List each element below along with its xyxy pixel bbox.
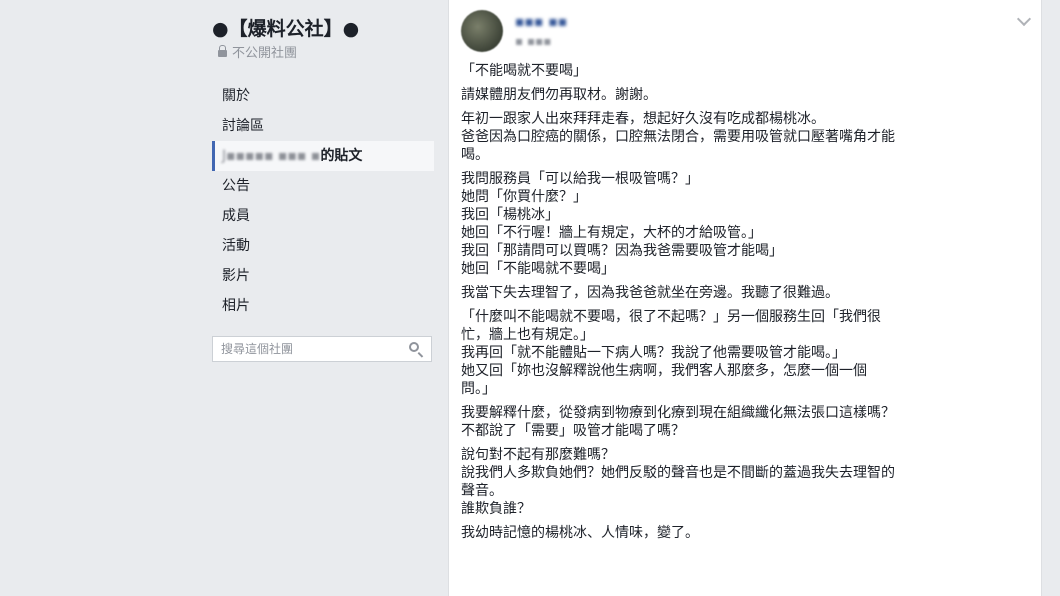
- post-paragraph: 年初一跟家人出來拜拜走春，想起好久沒有吃成都楊桃冰。爸爸因為口腔癌的關係，口腔無…: [461, 110, 1021, 164]
- post-line: 喝。: [461, 147, 489, 163]
- post-line: 她回「不行喔！牆上有規定，大杯的才給吸管。」: [461, 225, 762, 241]
- post-line: 請媒體朋友們勿再取材。謝謝。: [461, 87, 657, 103]
- nav-item-members[interactable]: 成員: [212, 201, 434, 231]
- post-line: 我要解釋什麼，從發病到物療到化療到現在組織纖化無法張口這樣嗎？: [461, 405, 895, 421]
- post-line: 忙，牆上也有規定。」: [461, 327, 594, 343]
- post-paragraph: 「什麼叫不能喝就不要喝，很了不起嗎？」另一個服務生回「我們很 忙，牆上也有規定。」…: [461, 308, 1021, 398]
- post-line: 問。」: [461, 381, 496, 397]
- post-line: 「不能喝就不要喝」: [461, 63, 587, 79]
- post-line: 我當下失去理智了，因為我爸爸就坐在旁邊。我聽了很難過。: [461, 285, 839, 301]
- post-line: 說我們人多欺負她們？她們反駁的聲音也是不間斷的蓋過我失去理智的: [461, 465, 895, 481]
- post-body: 「不能喝就不要喝」請媒體朋友們勿再取材。謝謝。年初一跟家人出來拜拜走春，想起好久…: [461, 62, 1021, 548]
- post-line: 不都說了「需要」吸管才能喝了嗎？: [461, 423, 685, 439]
- nav-item-member-posts-label: 的貼文: [320, 148, 363, 164]
- post-paragraph: 「不能喝就不要喝」: [461, 62, 1021, 80]
- group-title[interactable]: ●【爆料公社】●: [212, 14, 434, 44]
- chevron-down-icon[interactable]: [1016, 11, 1032, 27]
- post-line: 我回「楊桃冰」: [461, 207, 559, 223]
- post-author[interactable]: ▪▪▪ ▪▪: [515, 14, 567, 30]
- post-line: 我問服務員「可以給我一根吸管嗎？」: [461, 171, 699, 187]
- search-icon[interactable]: [409, 342, 419, 352]
- post-line: 說句對不起有那麼難嗎？: [461, 447, 615, 463]
- search-input[interactable]: [213, 337, 401, 361]
- post-paragraph: 請媒體朋友們勿再取材。謝謝。: [461, 86, 1021, 104]
- post-card: ▪▪▪ ▪▪ ▪ ▪▪▪ 「不能喝就不要喝」請媒體朋友們勿再取材。謝謝。年初一跟…: [448, 0, 1042, 596]
- nav-item-discussion[interactable]: 討論區: [212, 111, 434, 141]
- post-meta[interactable]: ▪ ▪▪▪: [515, 34, 551, 48]
- nav-item-events[interactable]: 活動: [212, 231, 434, 261]
- group-search: [212, 336, 432, 362]
- nav-item-videos[interactable]: 影片: [212, 261, 434, 291]
- post-line: 爸爸因為口腔癌的關係，口腔無法閉合，需要用吸管就口壓著嘴角才能: [461, 129, 895, 145]
- post-line: 年初一跟家人出來拜拜走春，想起好久沒有吃成都楊桃冰。: [461, 111, 825, 127]
- post-line: 她又回「妳也沒解釋說他生病啊，我們客人那麼多，怎麼一個一個: [461, 363, 867, 379]
- privacy-label: 不公開社團: [232, 46, 298, 61]
- nav-item-photos[interactable]: 相片: [212, 291, 434, 321]
- post-paragraph: 我當下失去理智了，因為我爸爸就坐在旁邊。我聽了很難過。: [461, 284, 1021, 302]
- post-line: 誰欺負誰？: [461, 501, 531, 517]
- post-paragraph: 我要解釋什麼，從發病到物療到化療到現在組織纖化無法張口這樣嗎？ 不都說了「需要」吸…: [461, 404, 1021, 440]
- nav-item-about[interactable]: 關於: [212, 81, 434, 111]
- avatar[interactable]: [461, 10, 503, 52]
- lock-icon: [218, 45, 227, 58]
- group-nav: 關於 討論區 J▪▪▪▪▪ ▪▪▪ ▪的貼文 公告 成員 活動 影片 相片: [212, 81, 434, 321]
- post-line: 她回「不能喝就不要喝」: [461, 261, 615, 277]
- post-paragraph: 我幼時記憶的楊桃冰、人情味，變了。: [461, 524, 1021, 542]
- post-paragraph: 說句對不起有那麼難嗎？ 說我們人多欺負她們？她們反駁的聲音也是不間斷的蓋過我失去理…: [461, 446, 1021, 518]
- group-sidebar: ●【爆料公社】● 不公開社團 關於 討論區 J▪▪▪▪▪ ▪▪▪ ▪的貼文 公告…: [212, 14, 434, 362]
- post-paragraph: 我問服務員「可以給我一根吸管嗎？」 她問「你買什麼？」 我回「楊桃冰」她回「不行喔！…: [461, 170, 1021, 278]
- post-line: 「什麼叫不能喝就不要喝，很了不起嗎？」另一個服務生回「我們很: [461, 309, 881, 325]
- post-line: 她問「你買什麼？」: [461, 189, 587, 205]
- post-line: 聲音。: [461, 483, 503, 499]
- nav-item-member-posts[interactable]: J▪▪▪▪▪ ▪▪▪ ▪的貼文: [212, 141, 434, 171]
- nav-item-announcements[interactable]: 公告: [212, 171, 434, 201]
- post-line: 我幼時記憶的楊桃冰、人情味，變了。: [461, 525, 699, 541]
- group-privacy: 不公開社團: [218, 44, 434, 64]
- post-line: 我回「那請問可以買嗎？因為我爸需要吸管才能喝」: [461, 243, 783, 259]
- member-name-redacted: J▪▪▪▪▪ ▪▪▪ ▪: [222, 148, 321, 164]
- post-line: 我再回「就不能體貼一下病人嗎？我說了他需要吸管才能喝。」: [461, 345, 846, 361]
